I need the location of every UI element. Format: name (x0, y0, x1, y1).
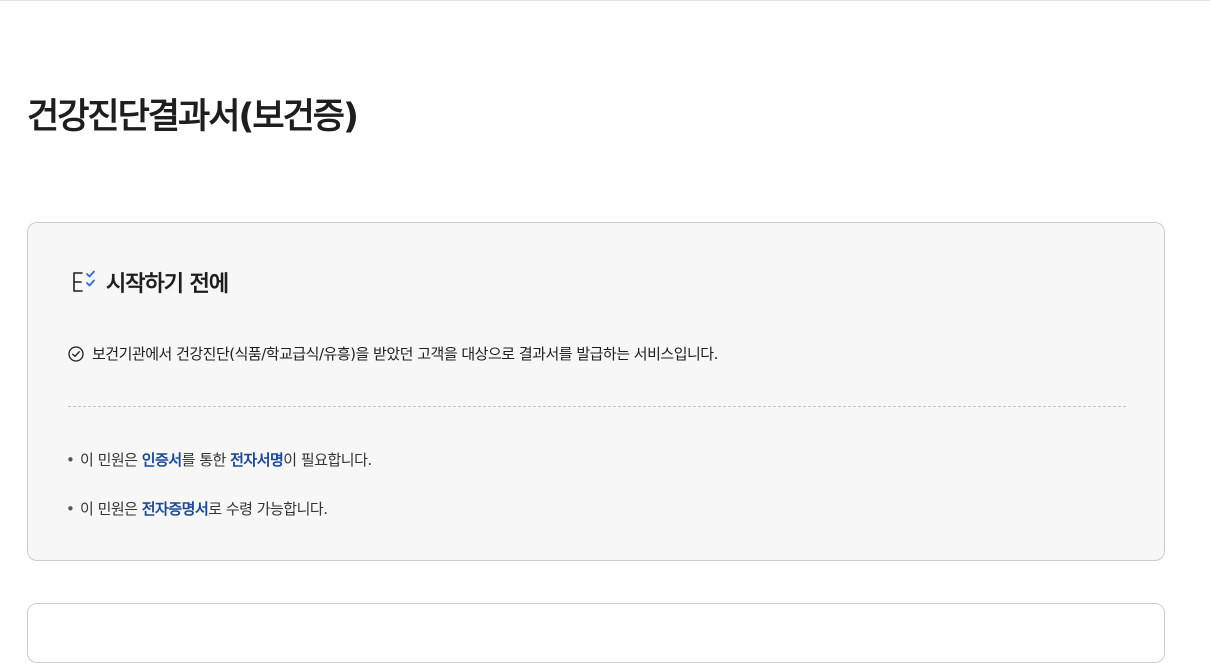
highlight-e-signature: 전자서명 (230, 451, 284, 469)
notice-item: • 이 민원은 전자증명서로 수령 가능합니다. (66, 498, 328, 519)
circle-check-icon (68, 345, 84, 362)
notice-text: 이 민원은 인증서를 통한 전자서명이 필요합니다. (80, 449, 372, 470)
highlight-certificate: 인증서 (141, 451, 182, 469)
page-title: 건강진단결과서(보건증) (27, 97, 359, 137)
notice-text-part: 이 민원은 (80, 500, 142, 518)
before-start-card: 시작하기 전에 보건기관에서 건강진단(식품/학교급식/유흥)을 받았던 고객을… (27, 222, 1165, 561)
highlight-e-certificate: 전자증명서 (141, 500, 209, 518)
service-description: 보건기관에서 건강진단(식품/학교급식/유흥)을 받았던 고객을 대상으로 결과… (68, 343, 718, 364)
card-header: 시작하기 전에 (70, 266, 229, 298)
notice-text-part: 로 수령 가능합니다. (208, 500, 328, 518)
checklist-icon (70, 268, 98, 296)
notice-text-part: 이 민원은 (80, 451, 142, 469)
dashed-divider (68, 406, 1126, 407)
top-divider (0, 0, 1210, 1)
notice-text: 이 민원은 전자증명서로 수령 가능합니다. (80, 498, 328, 519)
bullet: • (66, 450, 75, 469)
notice-item: • 이 민원은 인증서를 통한 전자서명이 필요합니다. (66, 449, 372, 470)
next-section-card (27, 603, 1165, 663)
service-description-text: 보건기관에서 건강진단(식품/학교급식/유흥)을 받았던 고객을 대상으로 결과… (92, 345, 718, 363)
notice-text-part: 이 필요합니다. (283, 451, 372, 469)
notice-text-part: 를 통한 (181, 451, 231, 469)
bullet: • (66, 499, 75, 518)
card-heading: 시작하기 전에 (106, 272, 229, 297)
